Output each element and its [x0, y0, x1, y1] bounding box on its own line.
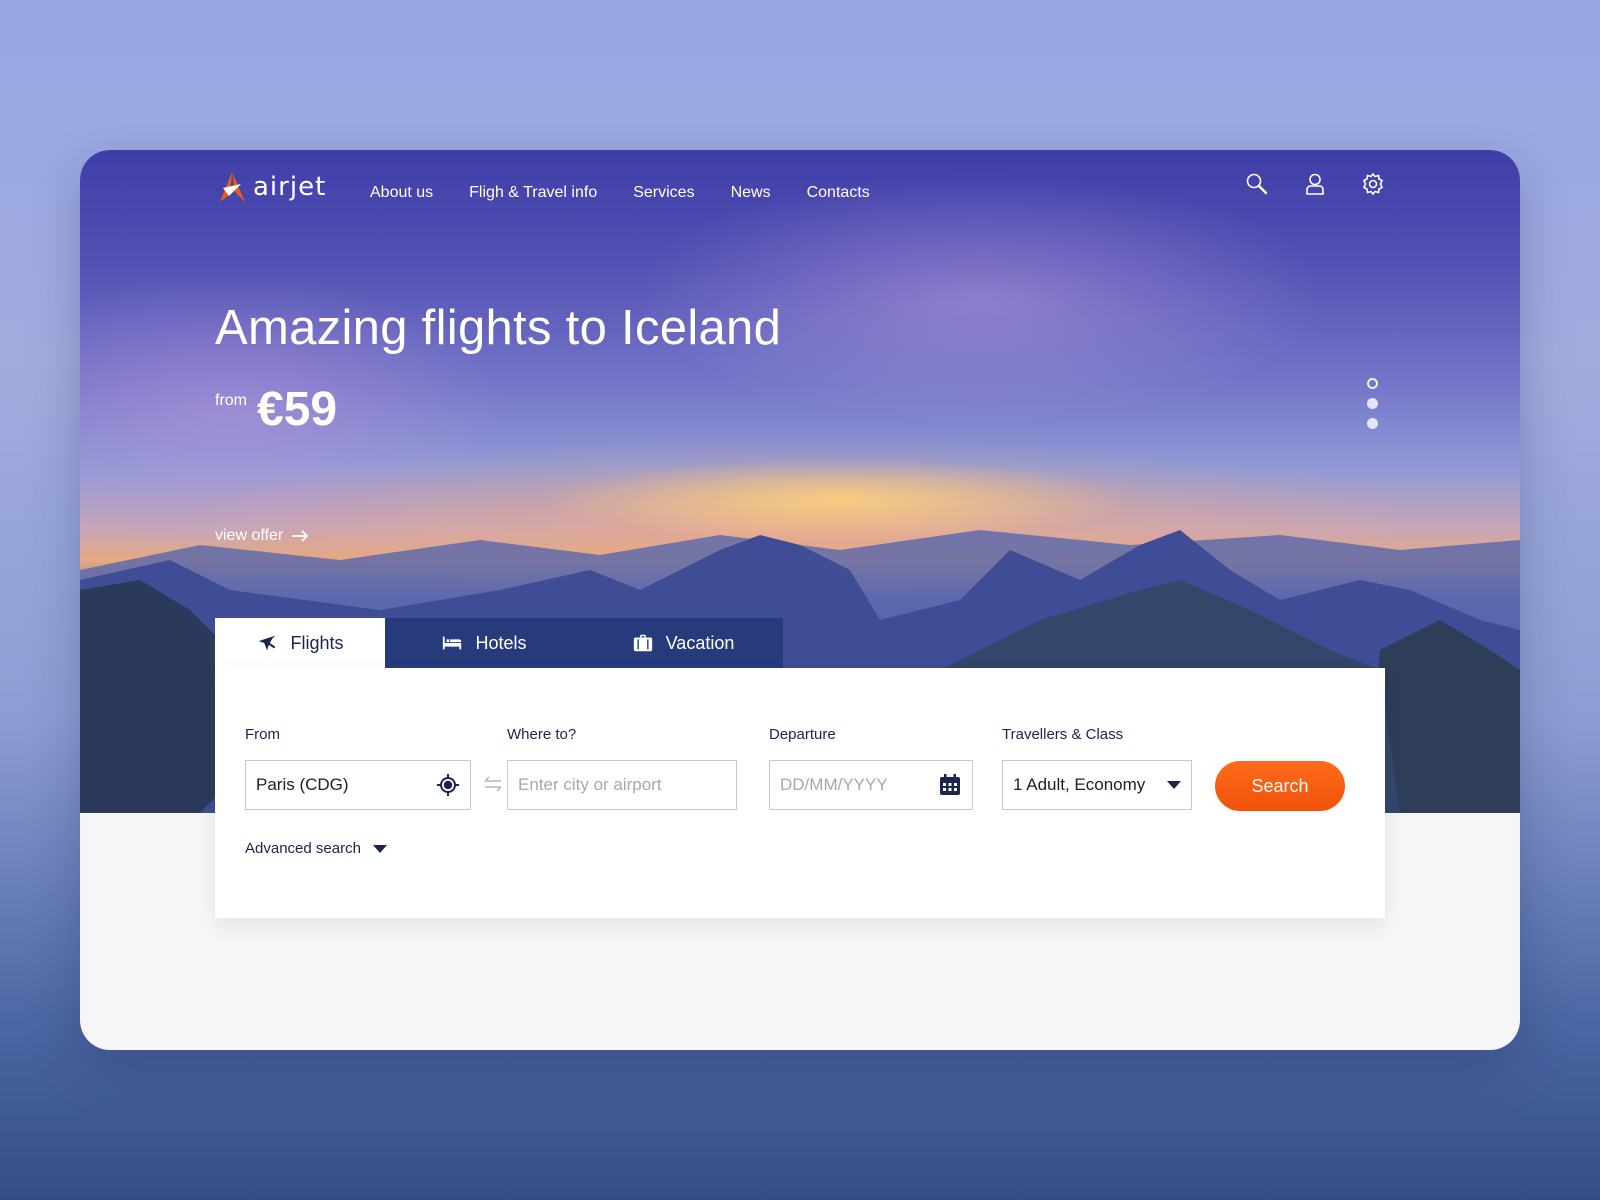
- booking-tabs: Flights Hotels Vacation: [215, 618, 783, 668]
- view-offer-label: view offer: [215, 527, 284, 544]
- hero-price: from €59: [215, 382, 337, 437]
- search-button[interactable]: Search: [1215, 761, 1345, 811]
- nav-news[interactable]: News: [731, 184, 771, 202]
- tab-flights[interactable]: Flights: [215, 618, 385, 668]
- carousel-indicators: [1367, 378, 1378, 429]
- from-label: From: [245, 726, 280, 743]
- flight-search-panel: From Where to? Departure: [215, 668, 1385, 918]
- main-card: airjet About us Fligh & Travel info Serv…: [80, 150, 1520, 1050]
- brand-name: airjet: [253, 172, 327, 202]
- departure-label: Departure: [769, 726, 836, 743]
- airjet-logo-icon: [220, 172, 245, 202]
- swap-icon[interactable]: [482, 773, 504, 795]
- to-field: Where to?: [507, 726, 576, 743]
- travellers-value: 1 Adult, Economy: [1013, 775, 1146, 794]
- tab-hotels[interactable]: Hotels: [385, 618, 583, 668]
- carousel-dot-1[interactable]: [1367, 378, 1378, 389]
- departure-field: Departure: [769, 726, 836, 743]
- logo[interactable]: airjet: [215, 170, 326, 204]
- view-offer-link[interactable]: view offer: [215, 527, 309, 545]
- caret-down-icon: [372, 844, 387, 853]
- price-prefix: from: [215, 392, 247, 409]
- nav-about-us[interactable]: About us: [370, 184, 433, 202]
- departure-input-box[interactable]: [769, 760, 973, 810]
- suitcase-icon: [633, 634, 652, 652]
- carousel-dot-2[interactable]: [1367, 398, 1378, 409]
- plane-icon: [259, 635, 276, 651]
- tab-flights-label: Flights: [290, 632, 344, 653]
- to-input-box[interactable]: [507, 760, 737, 810]
- user-icon[interactable]: [1303, 172, 1327, 196]
- travellers-select[interactable]: 1 Adult, Economy: [1002, 760, 1192, 810]
- tab-vacation[interactable]: Vacation: [583, 618, 783, 668]
- travellers-field: Travellers & Class: [1002, 726, 1123, 743]
- gear-icon[interactable]: [1361, 172, 1385, 196]
- advanced-search-label: Advanced search: [245, 840, 361, 857]
- to-label: Where to?: [507, 726, 577, 743]
- price-value: €59: [257, 383, 338, 436]
- hero-title: Amazing flights to Iceland: [215, 301, 782, 355]
- location-target-icon[interactable]: [436, 773, 460, 797]
- from-field: From: [245, 726, 280, 743]
- advanced-search-toggle[interactable]: Advanced search: [245, 840, 387, 857]
- tab-hotels-label: Hotels: [475, 632, 527, 653]
- calendar-icon[interactable]: [938, 773, 962, 797]
- nav-contacts[interactable]: Contacts: [807, 184, 870, 202]
- tab-vacation-label: Vacation: [665, 632, 735, 653]
- chevron-down-icon: [1167, 781, 1181, 789]
- to-input[interactable]: [518, 775, 726, 795]
- nav-icon-group: [1245, 172, 1385, 196]
- nav-flight-travel-info[interactable]: Fligh & Travel info: [469, 184, 597, 202]
- top-navigation: airjet About us Fligh & Travel info Serv…: [80, 150, 1520, 240]
- nav-services[interactable]: Services: [633, 184, 694, 202]
- arrow-right-icon: [292, 530, 309, 542]
- search-icon[interactable]: [1245, 172, 1269, 196]
- from-input-box[interactable]: [245, 760, 471, 810]
- departure-input[interactable]: [780, 775, 938, 795]
- nav-links: About us Fligh & Travel info Services Ne…: [370, 184, 870, 202]
- bed-icon: [443, 636, 462, 650]
- from-input[interactable]: [256, 775, 436, 795]
- carousel-dot-3[interactable]: [1367, 418, 1378, 429]
- travellers-label: Travellers & Class: [1002, 726, 1124, 743]
